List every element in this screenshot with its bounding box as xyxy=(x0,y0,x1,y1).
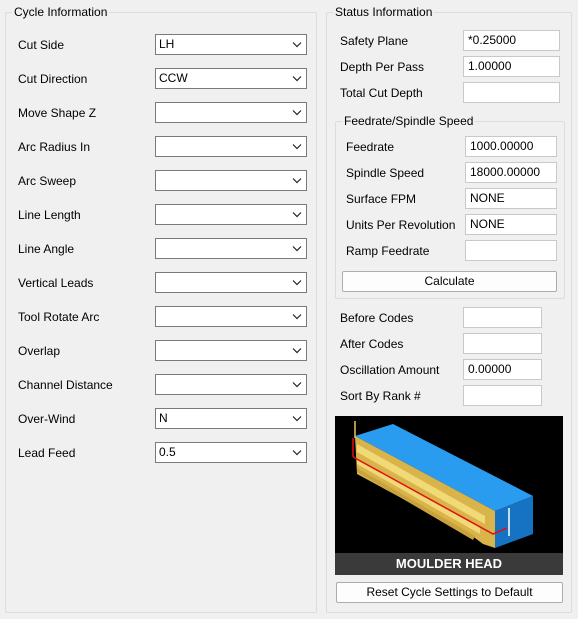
cycle-label: Arc Sweep xyxy=(18,174,77,188)
cycle-label: Overlap xyxy=(18,344,61,358)
chevron-down-icon xyxy=(292,246,302,252)
cycle-dropdown[interactable]: N xyxy=(155,408,307,429)
chevron-down-icon xyxy=(292,144,302,150)
extra-label: Oscillation Amount xyxy=(340,363,440,377)
cycle-label: Arc Radius In xyxy=(18,140,91,154)
chevron-down-icon xyxy=(292,450,302,456)
cycle-dropdown[interactable]: CCW xyxy=(155,68,307,89)
chevron-down-icon xyxy=(292,178,302,184)
cycle-information-title: Cycle Information xyxy=(12,5,110,19)
cycle-dropdown[interactable] xyxy=(155,136,307,157)
cycle-dropdown[interactable] xyxy=(155,102,307,123)
status-field[interactable]: 1.00000 xyxy=(463,56,560,77)
status-label: Safety Plane xyxy=(340,34,409,48)
extra-label: After Codes xyxy=(340,337,404,351)
status-label: Depth Per Pass xyxy=(340,60,425,74)
dropdown-value: 0.5 xyxy=(159,445,176,459)
dropdown-value: LH xyxy=(159,37,175,51)
feed-label: Ramp Feedrate xyxy=(346,244,430,258)
cycle-dropdown[interactable] xyxy=(155,374,307,395)
dropdown-value: N xyxy=(159,411,168,425)
chevron-down-icon xyxy=(292,280,302,286)
cycle-dropdown[interactable] xyxy=(155,340,307,361)
cycle-dropdown[interactable] xyxy=(155,272,307,293)
cycle-dropdown[interactable]: LH xyxy=(155,34,307,55)
status-field[interactable]: *0.25000 xyxy=(463,30,560,51)
cycle-label: Lead Feed xyxy=(18,446,76,460)
status-label: Total Cut Depth xyxy=(340,86,423,100)
feed-field[interactable]: NONE xyxy=(465,188,557,209)
cycle-label: Tool Rotate Arc xyxy=(18,310,100,324)
feed-field[interactable] xyxy=(465,240,557,261)
reset-cycle-settings-button[interactable]: Reset Cycle Settings to Default xyxy=(336,582,563,603)
cycle-dropdown[interactable] xyxy=(155,238,307,259)
feed-field[interactable]: 1000.00000 xyxy=(465,136,557,157)
chevron-down-icon xyxy=(292,110,302,116)
cycle-label: Cut Direction xyxy=(18,72,88,86)
extra-label: Before Codes xyxy=(340,311,414,325)
extra-field[interactable] xyxy=(463,385,542,406)
feed-label: Spindle Speed xyxy=(346,166,425,180)
status-information-title: Status Information xyxy=(333,5,435,19)
feed-label: Units Per Revolution xyxy=(346,218,456,232)
cycle-dropdown[interactable] xyxy=(155,170,307,191)
feed-label: Surface FPM xyxy=(346,192,417,206)
cycle-dropdown[interactable] xyxy=(155,306,307,327)
extra-label: Sort By Rank # xyxy=(340,389,421,403)
cycle-dropdown[interactable]: 0.5 xyxy=(155,442,307,463)
chevron-down-icon xyxy=(292,348,302,354)
preview-caption: MOULDER HEAD xyxy=(335,553,563,575)
feed-label: Feedrate xyxy=(346,140,395,154)
cycle-label: Move Shape Z xyxy=(18,106,97,120)
chevron-down-icon xyxy=(292,382,302,388)
cycle-label: Line Angle xyxy=(18,242,75,256)
extra-field[interactable]: 0.00000 xyxy=(463,359,542,380)
extra-field[interactable] xyxy=(463,307,542,328)
chevron-down-icon xyxy=(292,314,302,320)
feed-field[interactable]: NONE xyxy=(465,214,557,235)
cycle-label: Line Length xyxy=(18,208,81,222)
calculate-button[interactable]: Calculate xyxy=(342,271,557,292)
cycle-dropdown[interactable] xyxy=(155,204,307,225)
chevron-down-icon xyxy=(292,42,302,48)
cycle-label: Channel Distance xyxy=(18,378,113,392)
chevron-down-icon xyxy=(292,76,302,82)
extra-field[interactable] xyxy=(463,333,542,354)
chevron-down-icon xyxy=(292,416,302,422)
dropdown-value: CCW xyxy=(159,71,188,85)
feedrate-title: Feedrate/Spindle Speed xyxy=(342,114,476,128)
moulder-head-illustration xyxy=(352,421,533,548)
feed-field[interactable]: 18000.00000 xyxy=(465,162,557,183)
status-field[interactable] xyxy=(463,82,560,103)
cycle-label: Over-Wind xyxy=(18,412,76,426)
chevron-down-icon xyxy=(292,212,302,218)
cycle-label: Cut Side xyxy=(18,38,65,52)
moulder-head-preview: MOULDER HEAD xyxy=(335,416,563,575)
cycle-label: Vertical Leads xyxy=(18,276,94,290)
